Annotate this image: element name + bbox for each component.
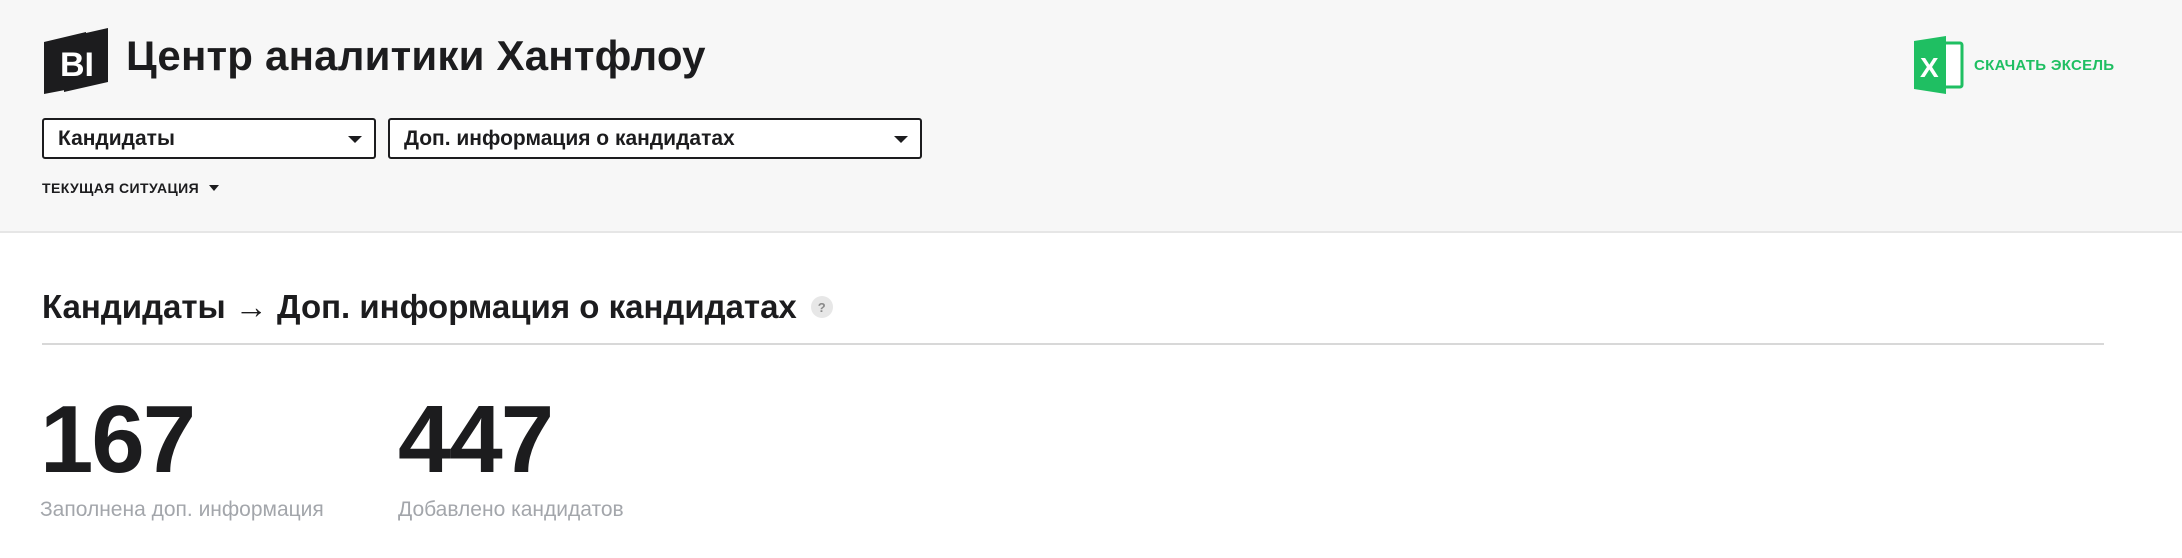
metric-caption: Заполнена доп. информация xyxy=(40,498,324,521)
bi-logo-icon: BI xyxy=(44,28,108,94)
excel-icon-letter: X xyxy=(1920,52,1939,83)
metric-value: 167 xyxy=(40,386,196,493)
download-excel-button[interactable]: X СКАЧАТЬ ЭКСЕЛЬ xyxy=(1914,36,2114,94)
entity-select[interactable]: Кандидаты xyxy=(42,118,376,159)
chevron-down-icon xyxy=(894,136,908,143)
report-select[interactable]: Доп. информация о кандидатах xyxy=(388,118,922,159)
chevron-down-icon xyxy=(348,136,362,143)
period-dropdown-label: ТЕКУЩАЯ СИТУАЦИЯ xyxy=(42,180,200,196)
chevron-down-icon xyxy=(209,185,220,191)
metric-caption: Добавлено кандидатов xyxy=(398,498,624,521)
report-heading: Кандидаты → Доп. информация о кандидатах… xyxy=(42,288,833,326)
app-title: Центр аналитики Хантфлоу xyxy=(126,32,706,79)
metric-filled-info: 167 Заполнена доп. информация xyxy=(40,392,324,522)
metric-added-candidates: 447 Добавлено кандидатов xyxy=(398,392,624,522)
divider xyxy=(42,343,2104,345)
report-select-value: Доп. информация о кандидатах xyxy=(404,126,735,150)
help-icon[interactable]: ? xyxy=(810,296,833,318)
entity-select-value: Кандидаты xyxy=(58,126,175,150)
period-dropdown[interactable]: ТЕКУЩАЯ СИТУАЦИЯ xyxy=(42,180,220,196)
header: BI Центр аналитики Хантфлоу X СКАЧАТЬ ЭК… xyxy=(0,0,2182,233)
logo-text: BI xyxy=(60,46,94,84)
download-excel-label: СКАЧАТЬ ЭКСЕЛЬ xyxy=(1974,56,2115,74)
logo[interactable]: BI xyxy=(40,28,112,96)
report-title: Кандидаты → Доп. информация о кандидатах xyxy=(42,288,797,325)
excel-icon: X xyxy=(1914,36,1964,94)
metric-value: 447 xyxy=(398,386,554,493)
